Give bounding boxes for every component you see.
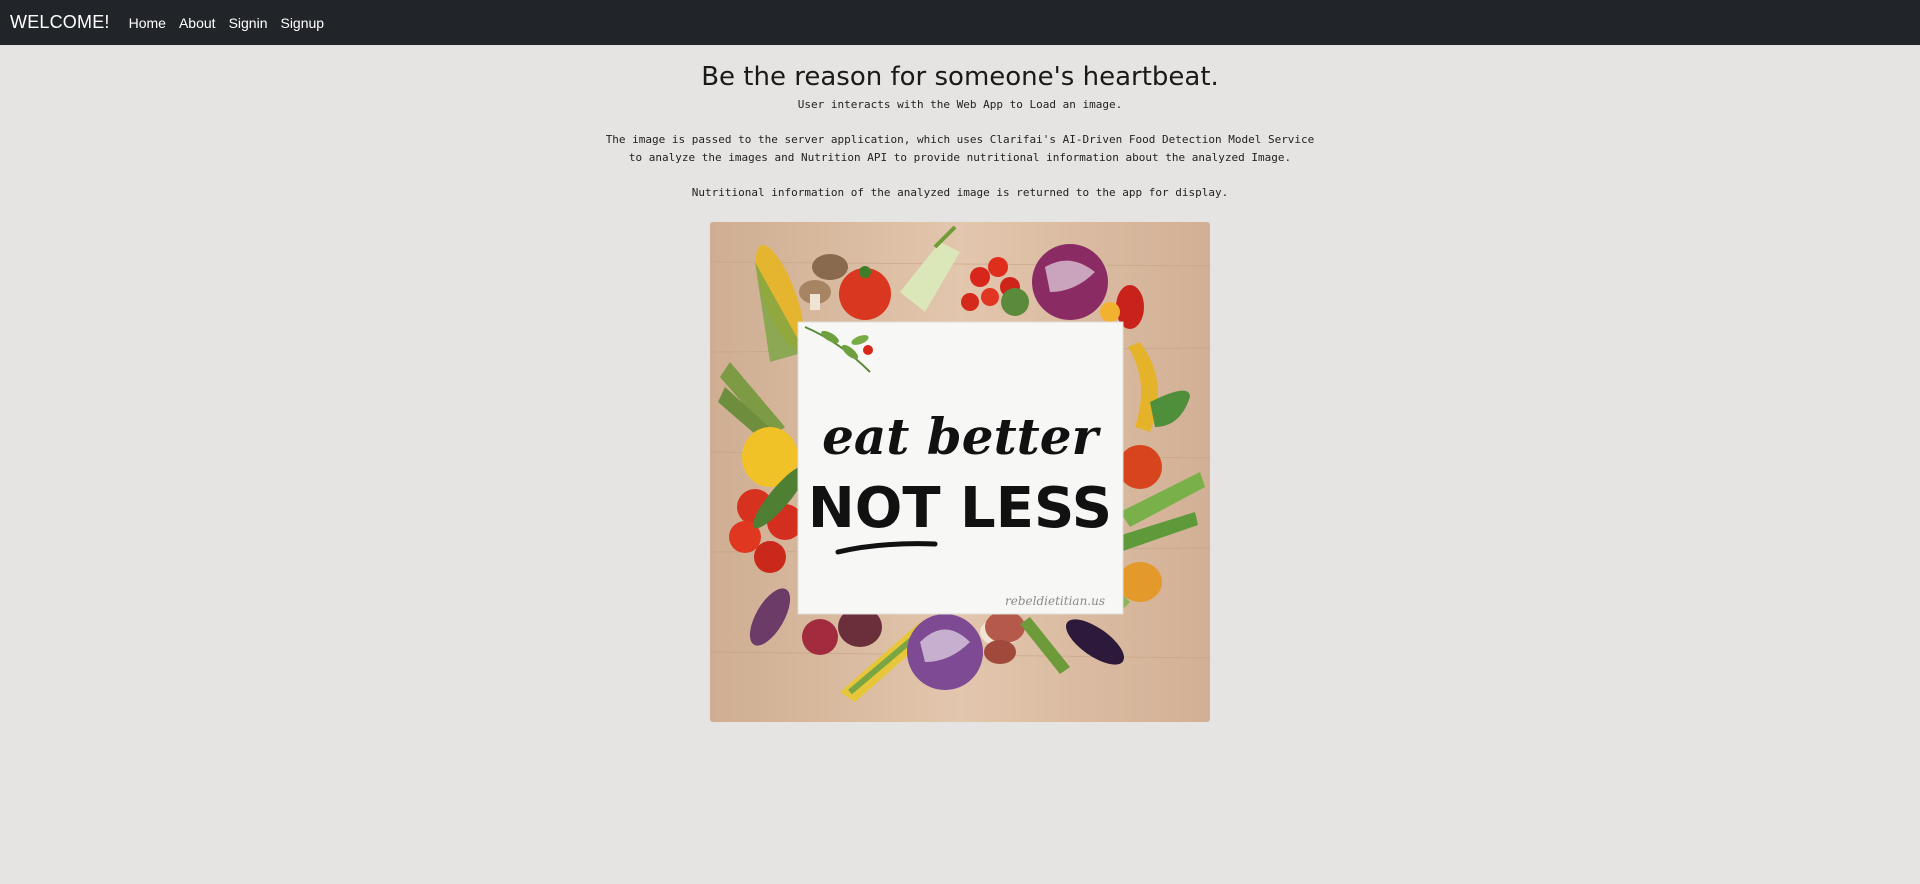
page-heading: Be the reason for someone's heartbeat. — [701, 62, 1219, 92]
nav-link-home[interactable]: Home — [129, 15, 166, 31]
result-paragraph: Nutritional information of the analyzed … — [691, 186, 1229, 199]
top-navbar: WELCOME! Home About Signin Signup — [0, 0, 1920, 45]
hero-image: eat better NOT LESS rebeldietitian.us — [710, 222, 1210, 722]
process-paragraph-line1: The image is passed to the server applic… — [605, 133, 1315, 146]
quote-line1: eat better — [822, 407, 1101, 466]
nav-links: Home About Signin Signup — [129, 15, 337, 31]
quote-line2: NOT LESS — [808, 476, 1112, 541]
intro-paragraph: User interacts with the Web App to Load … — [797, 98, 1123, 111]
nav-link-about[interactable]: About — [179, 15, 216, 31]
nav-link-signup[interactable]: Signup — [280, 15, 324, 31]
navbar-brand[interactable]: WELCOME! — [10, 12, 110, 33]
image-credit: rebeldietitian.us — [1005, 594, 1105, 608]
process-paragraph-line2: to analyze the images and Nutrition API … — [628, 151, 1292, 164]
nav-link-signin[interactable]: Signin — [229, 15, 268, 31]
main-content: Be the reason for someone's heartbeat. U… — [0, 45, 1920, 202]
quote-card: eat better NOT LESS rebeldietitian.us — [797, 321, 1124, 615]
